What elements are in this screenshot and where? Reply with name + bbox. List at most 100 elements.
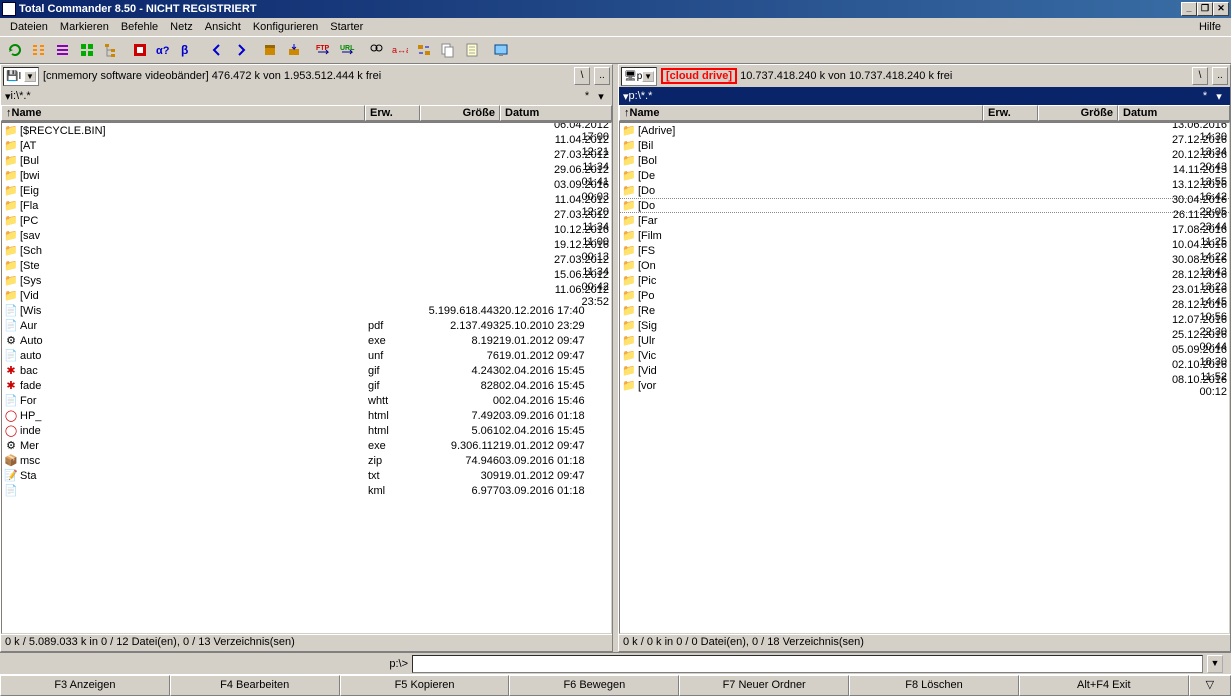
- pack-icon[interactable]: [258, 39, 281, 61]
- menu-konfigurieren[interactable]: Konfigurieren: [247, 21, 324, 33]
- notepad-icon[interactable]: [460, 39, 483, 61]
- file-row[interactable]: ◯indehtml5.06102.04.2016 15:45: [2, 423, 611, 438]
- restore-button[interactable]: ❐: [1197, 2, 1213, 16]
- file-row[interactable]: 📁[Sig12.07.2016 22:30: [620, 318, 1229, 333]
- file-row[interactable]: 📁[Far26.11.2016 23:44: [620, 213, 1229, 228]
- file-row[interactable]: 📁[bwi29.06.2012 01:41: [2, 168, 611, 183]
- menu-befehle[interactable]: Befehle: [115, 21, 164, 33]
- search-icon[interactable]: [364, 39, 387, 61]
- left-history-button[interactable]: ▾: [594, 90, 608, 103]
- file-row[interactable]: 📁[Pic28.12.2016 13:23: [620, 273, 1229, 288]
- right-path-bar[interactable]: ▾ p:\*.* * ▾: [619, 87, 1230, 105]
- file-row[interactable]: 📁[AT11.04.2012 12:21: [2, 138, 611, 153]
- file-row[interactable]: ✱bacgif4.24302.04.2016 15:45: [2, 363, 611, 378]
- file-row[interactable]: ✱fadegif82802.04.2016 15:45: [2, 378, 611, 393]
- brief-view-icon[interactable]: [27, 39, 50, 61]
- file-row[interactable]: 📁[Eig03.09.2016 00:03: [2, 183, 611, 198]
- file-row[interactable]: 📁[vor08.10.2016 00:12: [620, 378, 1229, 393]
- file-row[interactable]: 📁[Bul27.03.2012 11:34: [2, 153, 611, 168]
- file-row[interactable]: 📁[Ste27.03.2012 11:34: [2, 258, 611, 273]
- full-view-icon[interactable]: [51, 39, 74, 61]
- left-col-date[interactable]: Datum: [500, 105, 612, 121]
- file-row[interactable]: 📁[Adrive]13.06.2016 14:30: [620, 123, 1229, 138]
- unpack-icon[interactable]: [282, 39, 305, 61]
- right-parent-button[interactable]: ..: [1212, 67, 1228, 85]
- file-row[interactable]: 📄Forwhtt002.04.2016 15:46: [2, 393, 611, 408]
- file-row[interactable]: 📄Aurpdf2.137.49325.10.2010 23:29: [2, 318, 611, 333]
- file-row[interactable]: 📁[De14.11.2015 13:55: [620, 168, 1229, 183]
- close-button[interactable]: ✕: [1213, 2, 1229, 16]
- file-row[interactable]: 📁[Sch19.12.2016 00:13: [2, 243, 611, 258]
- file-row[interactable]: ⚙Autoexe8.19219.01.2012 09:47: [2, 333, 611, 348]
- menu-markieren[interactable]: Markieren: [54, 21, 115, 33]
- file-row[interactable]: 📄autounf7619.01.2012 09:47: [2, 348, 611, 363]
- file-row[interactable]: ⚙Merexe9.306.11219.01.2012 09:47: [2, 438, 611, 453]
- file-row[interactable]: 📁[$RECYCLE.BIN]06.04.2012 17:00: [2, 123, 611, 138]
- left-col-size[interactable]: Größe: [420, 105, 500, 121]
- custom-columns-icon[interactable]: β: [176, 39, 199, 61]
- file-row[interactable]: 📁[Ulr25.12.2016 00:44: [620, 333, 1229, 348]
- back-icon[interactable]: [205, 39, 228, 61]
- thumbnails-icon[interactable]: [75, 39, 98, 61]
- right-drive-combo[interactable]: 🖥p▼: [621, 67, 657, 86]
- tree-view-icon[interactable]: [99, 39, 122, 61]
- copy-names-icon[interactable]: [436, 39, 459, 61]
- left-favorites-button[interactable]: *: [580, 90, 594, 102]
- sync-dirs-icon[interactable]: [412, 39, 435, 61]
- file-row[interactable]: 📦msczip74.94603.09.2016 01:18: [2, 453, 611, 468]
- menu-netz[interactable]: Netz: [164, 21, 199, 33]
- left-root-button[interactable]: \: [574, 67, 590, 85]
- file-row[interactable]: 📄kml6.97703.09.2016 01:18: [2, 483, 611, 498]
- left-parent-button[interactable]: ..: [594, 67, 610, 85]
- file-row[interactable]: 📁[Do30.04.2016 22:05: [620, 198, 1229, 213]
- right-favorites-button[interactable]: *: [1198, 90, 1212, 102]
- file-row[interactable]: 📁[On30.08.2016 13:43: [620, 258, 1229, 273]
- menu-dateien[interactable]: Dateien: [4, 21, 54, 33]
- right-history-button[interactable]: ▾: [1212, 90, 1226, 103]
- left-col-ext[interactable]: Erw.: [365, 105, 420, 121]
- left-col-name[interactable]: ↑Name: [1, 105, 365, 121]
- f3-button[interactable]: F3 Anzeigen: [0, 675, 170, 696]
- invert-selection-icon[interactable]: [128, 39, 151, 61]
- file-row[interactable]: 📁[Film17.08.2016 11:25: [620, 228, 1229, 243]
- left-drive-combo[interactable]: 💾I▼: [3, 67, 39, 86]
- file-row[interactable]: 📁[Bil27.12.2016 13:34: [620, 138, 1229, 153]
- file-row[interactable]: 📁[Fla11.04.2012 12:20: [2, 198, 611, 213]
- multi-rename-icon[interactable]: a↔a: [388, 39, 411, 61]
- file-row[interactable]: 📁[Vid02.10.2016 11:52: [620, 363, 1229, 378]
- f5-button[interactable]: F5 Kopieren: [340, 675, 510, 696]
- ftp-connect-icon[interactable]: FTP: [311, 39, 334, 61]
- menu-hilfe[interactable]: Hilfe: [1193, 21, 1227, 33]
- right-root-button[interactable]: \: [1192, 67, 1208, 85]
- command-history-button[interactable]: ▼: [1207, 655, 1223, 673]
- left-file-list[interactable]: 📁[$RECYCLE.BIN]06.04.2012 17:00📁[AT11.04…: [1, 122, 612, 634]
- file-row[interactable]: 📁[PC27.03.2012 11:34: [2, 213, 611, 228]
- file-row[interactable]: 📁[sav10.12.2016 11:00: [2, 228, 611, 243]
- menu-ansicht[interactable]: Ansicht: [199, 21, 247, 33]
- right-col-name[interactable]: ↑Name: [619, 105, 983, 121]
- file-row[interactable]: 📁[Vid11.06.2012 23:52: [2, 288, 611, 303]
- f4-button[interactable]: F4 Bearbeiten: [170, 675, 340, 696]
- file-row[interactable]: 📁[Do13.12.2016 16:42: [620, 183, 1229, 198]
- left-path-bar[interactable]: ▾ i:\*.* * ▾: [1, 87, 612, 105]
- ftp-new-icon[interactable]: URL: [335, 39, 358, 61]
- f7-button[interactable]: F7 Neuer Ordner: [679, 675, 849, 696]
- right-col-size[interactable]: Größe: [1038, 105, 1118, 121]
- file-row[interactable]: 📁[FS10.04.2016 14:22: [620, 243, 1229, 258]
- f8-button[interactable]: F8 Löschen: [849, 675, 1019, 696]
- right-col-date[interactable]: Datum: [1118, 105, 1230, 121]
- file-row[interactable]: 📁[Bol20.12.2016 20:43: [620, 153, 1229, 168]
- overflow-button[interactable]: ▽: [1189, 675, 1231, 696]
- file-row[interactable]: 📁[Re28.12.2016 10:56: [620, 303, 1229, 318]
- control-panel-icon[interactable]: [489, 39, 512, 61]
- file-row[interactable]: 📝Statxt30919.01.2012 09:47: [2, 468, 611, 483]
- command-input[interactable]: [412, 655, 1203, 673]
- altf4-button[interactable]: Alt+F4 Exit: [1019, 675, 1189, 696]
- menu-starter[interactable]: Starter: [324, 21, 369, 33]
- file-row[interactable]: 📄[Wis5.199.618.44320.12.2016 17:40: [2, 303, 611, 318]
- file-row[interactable]: ◯HP_html7.49203.09.2016 01:18: [2, 408, 611, 423]
- minimize-button[interactable]: _: [1181, 2, 1197, 16]
- file-row[interactable]: 📁[Vic05.09.2016 18:30: [620, 348, 1229, 363]
- f6-button[interactable]: F6 Bewegen: [509, 675, 679, 696]
- forward-icon[interactable]: [229, 39, 252, 61]
